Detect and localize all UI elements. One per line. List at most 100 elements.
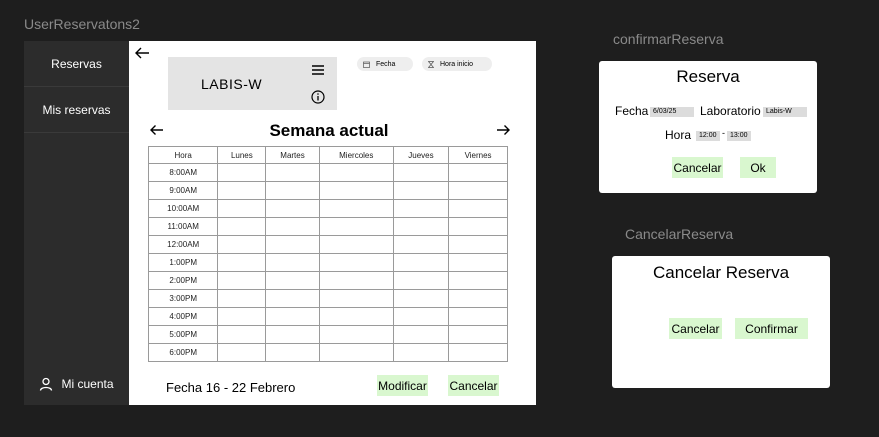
column-header-friday: Viernes [448,146,508,164]
dialog-title: Reserva [676,67,740,86]
time-slot-cell[interactable] [318,307,394,326]
hour-cell: 11:00AM [147,217,219,236]
lab-card: LABIS-W [168,57,337,110]
time-slot-cell[interactable] [217,163,267,182]
table-row: 10:00AM [147,199,508,218]
table-row: 3:00PM [147,289,508,308]
lab-name: LABIS-W [201,76,263,92]
time-slot-cell[interactable] [448,271,508,290]
start-time-filter[interactable]: Hora inicio [422,57,492,71]
table-row: 11:00AM [147,217,508,236]
table-row: 9:00AM [147,181,508,200]
time-slot-cell[interactable] [448,199,508,218]
sidebar-item-mis-reservas[interactable]: Mis reservas [24,87,129,133]
time-slot-cell[interactable] [392,199,450,218]
dialog-cancel-button[interactable]: Cancelar [672,157,723,178]
time-slot-cell[interactable] [217,217,267,236]
time-slot-cell[interactable] [318,199,394,218]
time-slot-cell[interactable] [392,271,450,290]
time-slot-cell[interactable] [265,307,320,326]
time-slot-cell[interactable] [217,181,267,200]
table-row: 8:00AM [147,163,508,182]
time-slot-cell[interactable] [265,289,320,308]
time-slot-cell[interactable] [217,271,267,290]
time-slot-cell[interactable] [392,325,450,344]
column-header-hour: Hora [147,146,219,164]
time-slot-cell[interactable] [265,181,320,200]
back-arrow-icon[interactable] [134,45,150,61]
time-slot-cell[interactable] [392,343,450,362]
time-slot-cell[interactable] [217,289,267,308]
hourglass-icon [428,60,434,68]
hour-cell: 8:00AM [147,163,219,182]
time-slot-cell[interactable] [448,289,508,308]
start-time-filter-label: Hora inicio [440,60,474,68]
time-slot-cell[interactable] [318,253,394,272]
time-slot-cell[interactable] [265,253,320,272]
time-slot-cell[interactable] [318,343,394,362]
dialog-cancel-button[interactable]: Cancelar [669,318,722,339]
time-slot-cell[interactable] [318,163,394,182]
ok-button[interactable]: Ok [740,157,776,178]
user-icon [39,377,53,391]
time-slot-cell[interactable] [392,235,450,254]
cancel-button[interactable]: Cancelar [448,375,499,396]
time-label: Hora [665,128,692,142]
modify-button[interactable]: Modificar [377,375,428,396]
time-slot-cell[interactable] [265,343,320,362]
end-time-value: 13:00 [727,131,751,141]
hour-cell: 1:00PM [147,253,219,272]
time-slot-cell[interactable] [318,181,394,200]
next-week-arrow-icon[interactable] [495,123,511,137]
time-slot-cell[interactable] [318,289,394,308]
account-button[interactable]: Mi cuenta [24,377,129,391]
time-slot-cell[interactable] [448,307,508,326]
time-slot-cell[interactable] [392,289,450,308]
time-slot-cell[interactable] [217,343,267,362]
frame-label-cancel: CancelarReserva [625,226,734,242]
info-icon[interactable] [311,90,325,104]
time-slot-cell[interactable] [265,271,320,290]
column-header-thursday: Jueves [392,146,450,164]
sidebar-item-reservas[interactable]: Reservas [24,41,129,87]
time-slot-cell[interactable] [392,181,450,200]
confirm-cancel-button[interactable]: Confirmar [735,318,808,339]
date-value: 6/03/25 [650,107,694,117]
time-slot-cell[interactable] [392,253,450,272]
dialog-title: Cancelar Reserva [652,263,790,282]
table-row: 5:00PM [147,325,508,344]
time-slot-cell[interactable] [318,271,394,290]
time-slot-cell[interactable] [265,235,320,254]
time-slot-cell[interactable] [217,253,267,272]
menu-icon[interactable] [311,64,325,76]
time-slot-cell[interactable] [217,307,267,326]
time-slot-cell[interactable] [265,325,320,344]
table-row: 12:00AM [147,235,508,254]
time-slot-cell[interactable] [392,307,450,326]
time-slot-cell[interactable] [392,217,450,236]
time-slot-cell[interactable] [448,181,508,200]
time-slot-cell[interactable] [448,325,508,344]
lab-value: Labis-W [763,107,807,117]
time-slot-cell[interactable] [448,253,508,272]
time-slot-cell[interactable] [448,343,508,362]
time-slot-cell[interactable] [265,199,320,218]
time-slot-cell[interactable] [448,235,508,254]
start-time-value: 12:00 [696,131,720,141]
time-slot-cell[interactable] [448,217,508,236]
schedule-table: Hora Lunes Martes Miercoles Jueves Viern… [147,146,508,362]
time-slot-cell[interactable] [217,325,267,344]
time-slot-cell[interactable] [265,163,320,182]
date-filter[interactable]: Fecha [357,57,413,71]
column-header-tuesday: Martes [265,146,320,164]
time-slot-cell[interactable] [318,235,394,254]
hour-cell: 9:00AM [147,181,219,200]
time-slot-cell[interactable] [217,235,267,254]
time-slot-cell[interactable] [448,163,508,182]
time-slot-cell[interactable] [318,325,394,344]
time-slot-cell[interactable] [392,163,450,182]
hour-cell: 10:00AM [147,199,219,218]
time-slot-cell[interactable] [265,217,320,236]
time-slot-cell[interactable] [217,199,267,218]
time-slot-cell[interactable] [318,217,394,236]
